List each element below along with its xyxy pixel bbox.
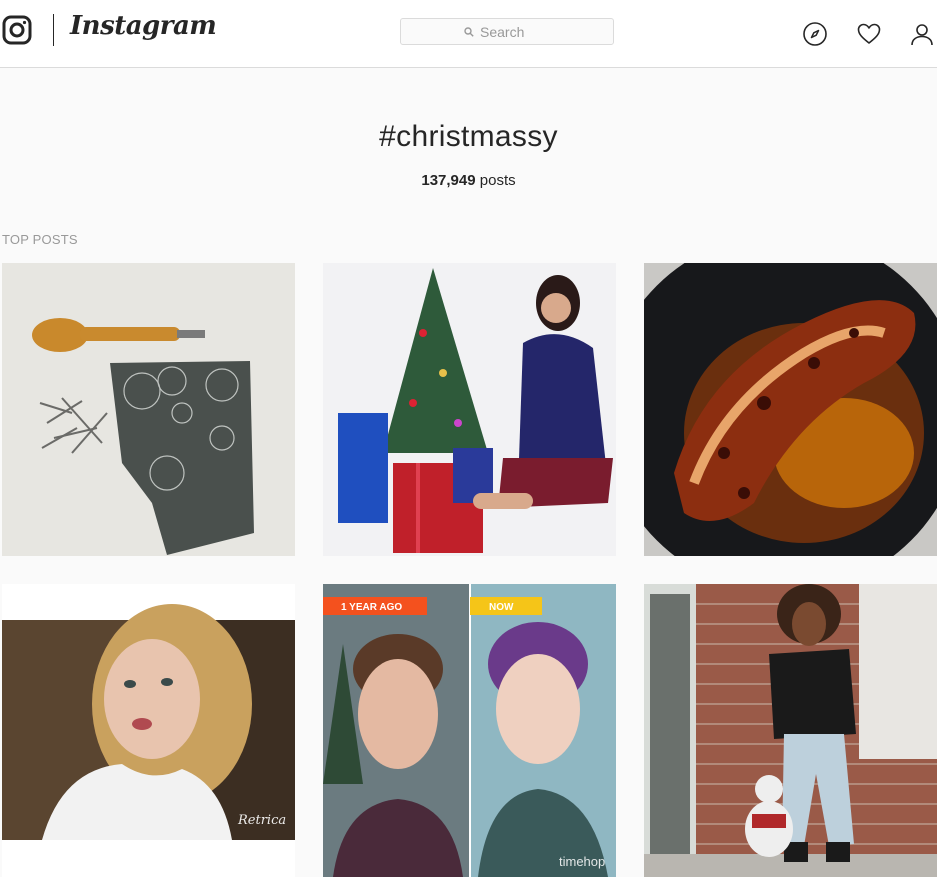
instagram-wordmark[interactable]: Instagram bbox=[70, 11, 217, 41]
search-icon bbox=[464, 26, 474, 37]
search-box[interactable] bbox=[400, 18, 614, 45]
profile-icon[interactable] bbox=[909, 21, 935, 47]
post-tile-linocut[interactable] bbox=[2, 263, 295, 556]
one-year-ago-label: 1 YEAR AGO bbox=[341, 602, 402, 613]
logo-divider bbox=[53, 14, 54, 46]
compass-icon[interactable] bbox=[802, 21, 828, 47]
post-count: 137,949 posts bbox=[0, 172, 937, 189]
top-posts-label: TOP POSTS bbox=[2, 232, 78, 247]
post-tile-christmas-tree[interactable] bbox=[323, 263, 616, 556]
post-tile-outfit[interactable] bbox=[644, 584, 937, 877]
post-image-linocut bbox=[2, 263, 295, 556]
post-image-outfit bbox=[644, 584, 937, 877]
post-count-number: 137,949 bbox=[421, 172, 476, 189]
post-tile-selfie[interactable]: Retrica bbox=[2, 584, 295, 877]
retrica-watermark: Retrica bbox=[237, 813, 286, 828]
post-image-christmas-tree bbox=[323, 263, 616, 556]
instagram-logo-icon[interactable] bbox=[2, 15, 32, 45]
now-label: NOW bbox=[489, 602, 514, 613]
post-image-roast-dish bbox=[644, 263, 937, 556]
post-count-suffix: posts bbox=[479, 172, 516, 189]
post-tile-timehop[interactable]: 1 YEAR AGO NOW timehop bbox=[323, 584, 616, 877]
post-image-selfie: Retrica bbox=[2, 584, 295, 877]
post-image-timehop: 1 YEAR AGO NOW timehop bbox=[323, 584, 616, 877]
hashtag-title: #christmassy bbox=[379, 120, 558, 153]
search-input[interactable] bbox=[480, 23, 550, 40]
top-navigation-bar: Instagram bbox=[0, 0, 937, 68]
timehop-watermark: timehop bbox=[559, 854, 605, 869]
heart-icon[interactable] bbox=[856, 21, 882, 47]
post-tile-roast-dish[interactable] bbox=[644, 263, 937, 556]
